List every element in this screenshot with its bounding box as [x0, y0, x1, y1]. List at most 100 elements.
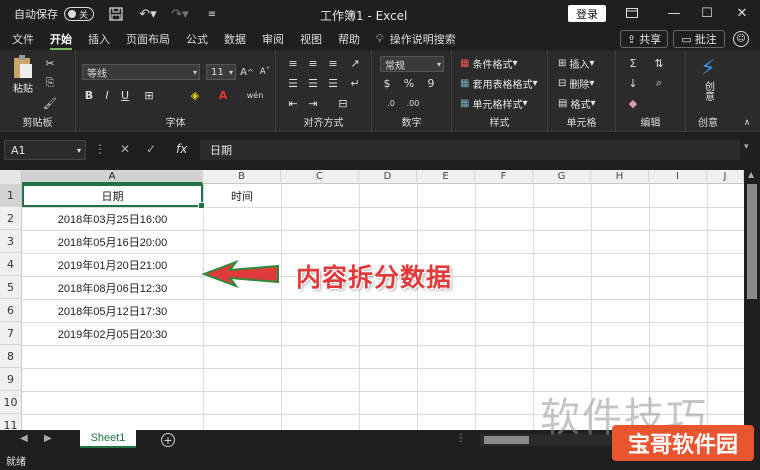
sort-filter-icon[interactable]: ⇅ [652, 56, 666, 70]
cell-a4[interactable]: 2019年01月20日21:00 [22, 253, 203, 276]
tab-home[interactable]: 开始 [42, 28, 80, 50]
sheet-tab-sheet1[interactable]: Sheet1 [80, 430, 136, 448]
increase-decimal-icon[interactable]: .0 [384, 96, 398, 110]
scroll-up-icon[interactable]: ▲ [748, 170, 754, 179]
conditional-format-button[interactable]: ▦ 条件格式 ▾ [460, 56, 517, 71]
tab-view[interactable]: 视图 [292, 28, 330, 50]
row-header-4[interactable]: 4 [0, 253, 22, 276]
share-button[interactable]: ⇪ 共享 [620, 30, 668, 48]
insert-cells-button[interactable]: ⊞ 插入 ▾ [558, 56, 594, 71]
align-center-icon[interactable]: ☰ [306, 76, 320, 90]
formula-input[interactable]: 日期 [200, 140, 740, 160]
maximize-icon[interactable]: ☐ [697, 4, 717, 22]
cancel-formula-icon[interactable]: ✕ [120, 142, 130, 156]
format-as-table-button[interactable]: ▦ 套用表格格式 ▾ [460, 76, 537, 91]
percent-icon[interactable]: % [402, 76, 416, 90]
clear-icon[interactable]: ◆ [626, 96, 640, 110]
decrease-indent-icon[interactable]: ⇤ [286, 96, 300, 110]
enter-formula-icon[interactable]: ✓ [146, 142, 156, 156]
row-header-9[interactable]: 9 [0, 368, 22, 391]
row-header-3[interactable]: 3 [0, 230, 22, 253]
row-header-2[interactable]: 2 [0, 207, 22, 230]
tab-formulas[interactable]: 公式 [178, 28, 216, 50]
cell-a5[interactable]: 2018年08月06日12:30 [22, 276, 203, 299]
name-box[interactable]: A1 ▾ [4, 140, 86, 160]
bold-icon[interactable]: B [82, 88, 96, 102]
fill-color-icon[interactable]: ◈ [188, 88, 202, 102]
column-header-e[interactable]: E [417, 170, 475, 184]
align-middle-icon[interactable]: ≡ [306, 56, 320, 70]
tab-data[interactable]: 数据 [216, 28, 254, 50]
font-size-combo[interactable]: 11 ▾ [206, 64, 236, 80]
underline-icon[interactable]: U [118, 88, 132, 102]
tab-review[interactable]: 审阅 [254, 28, 292, 50]
horizontal-scroll-thumb[interactable] [484, 436, 529, 444]
column-header-j[interactable]: J [707, 170, 744, 184]
fill-icon[interactable]: ↓ [626, 76, 640, 90]
tell-me-search[interactable]: 💡︎ 操作说明搜索 [368, 28, 464, 50]
cell-a7[interactable]: 2019年02月05日20:30 [22, 322, 203, 345]
align-left-icon[interactable]: ☰ [286, 76, 300, 90]
column-header-h[interactable]: H [591, 170, 649, 184]
orientation-icon[interactable]: ↗ [348, 56, 362, 70]
login-button[interactable]: 登录 [568, 5, 606, 22]
comments-button[interactable]: ▭ 批注 [673, 30, 725, 48]
delete-cells-button[interactable]: ⊟ 删除 ▾ [558, 76, 594, 91]
prev-sheet-icon[interactable]: ◀ [20, 433, 28, 444]
column-header-i[interactable]: I [649, 170, 707, 184]
increase-font-icon[interactable]: A ^ [240, 65, 254, 79]
borders-icon[interactable]: ⊞ [142, 88, 156, 102]
cell-a3[interactable]: 2018年05月16日20:00 [22, 230, 203, 253]
font-color-icon[interactable]: A [216, 88, 230, 102]
column-header-b[interactable]: B [203, 170, 281, 184]
tab-page-layout[interactable]: 页面布局 [118, 28, 178, 50]
cut-icon[interactable]: ✂ [43, 56, 57, 70]
column-header-d[interactable]: D [359, 170, 417, 184]
decrease-font-icon[interactable]: Aˇ [258, 65, 272, 79]
decrease-decimal-icon[interactable]: .00 [406, 96, 420, 110]
collapse-ribbon-icon[interactable]: ∧ [740, 116, 754, 130]
customize-qat-icon[interactable]: ≡ [202, 5, 222, 23]
cell-a2[interactable]: 2018年03月25日16:00 [22, 207, 203, 230]
add-sheet-icon[interactable]: + [161, 433, 175, 447]
row-header-11[interactable]: 11 [0, 414, 22, 430]
comma-icon[interactable]: 9 [424, 76, 438, 90]
redo-icon[interactable]: ↷▾ [170, 5, 190, 23]
merge-center-icon[interactable]: ⊟ [336, 96, 350, 110]
tab-help[interactable]: 帮助 [330, 28, 368, 50]
phonetic-icon[interactable]: wén [247, 88, 264, 102]
row-header-6[interactable]: 6 [0, 299, 22, 322]
italic-icon[interactable]: I [100, 88, 114, 102]
undo-icon[interactable]: ↶▾ [138, 5, 158, 23]
cell-a6[interactable]: 2018年05月12日17:30 [22, 299, 203, 322]
column-header-c[interactable]: C [281, 170, 359, 184]
paste-button[interactable]: 粘贴 [8, 54, 38, 95]
select-all-corner[interactable] [0, 170, 22, 184]
minimize-icon[interactable]: — [664, 4, 684, 22]
number-format-combo[interactable]: 常规 ▾ [380, 56, 444, 72]
wrap-text-icon[interactable]: ↵ [348, 76, 362, 90]
column-header-g[interactable]: G [533, 170, 591, 184]
format-cells-button[interactable]: ▤ 格式 ▾ [558, 96, 595, 111]
increase-indent-icon[interactable]: ⇥ [306, 96, 320, 110]
row-header-5[interactable]: 5 [0, 276, 22, 299]
autosave-toggle[interactable]: 关 [64, 7, 94, 21]
cell-b1[interactable]: 时间 [203, 184, 281, 207]
tab-file[interactable]: 文件 [4, 28, 42, 50]
insert-function-icon[interactable]: fx [176, 142, 187, 156]
cell-styles-button[interactable]: ▦ 单元格样式 ▾ [460, 96, 527, 111]
align-bottom-icon[interactable]: ≡ [326, 56, 340, 70]
autosave[interactable]: 自动保存 关 [14, 6, 94, 22]
tab-split-icon[interactable]: ⋮ [456, 433, 466, 444]
autosum-icon[interactable]: Σ [626, 56, 640, 70]
ribbon-display-icon[interactable] [622, 4, 642, 22]
column-header-a[interactable]: A [22, 170, 203, 184]
save-icon[interactable] [106, 5, 126, 23]
close-icon[interactable]: ✕ [732, 4, 752, 22]
expand-formula-icon[interactable]: ▾ [744, 142, 749, 152]
font-name-combo[interactable]: 等线 ▾ [82, 64, 200, 80]
row-header-8[interactable]: 8 [0, 345, 22, 368]
copy-icon[interactable]: ⎘ [43, 76, 57, 90]
row-header-1[interactable]: 1 [0, 184, 22, 207]
feedback-smiley-icon[interactable]: ☺ [733, 31, 749, 47]
